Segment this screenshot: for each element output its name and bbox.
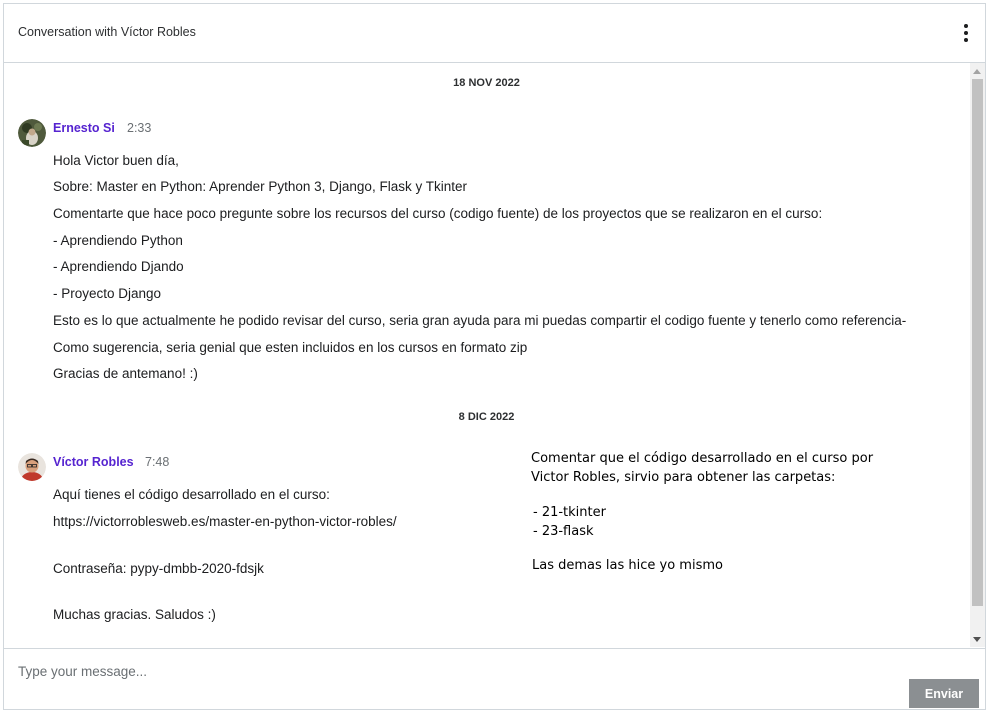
kebab-menu-icon[interactable] [961, 23, 971, 43]
scrollbar-thumb[interactable] [972, 79, 983, 606]
message-line: Esto es lo que actualmente he podido rev… [53, 313, 907, 328]
message-time: 7:48 [145, 455, 170, 469]
annotation-line: Comentar que el código desarrollado en e… [531, 451, 874, 466]
annotation-line: Victor Robles, sirvio para obtener las c… [531, 470, 836, 485]
message-line: Muchas gracias. Saludos :) [53, 607, 216, 622]
message-time: 2:33 [127, 121, 152, 135]
message-line: - Aprendiendo Python [53, 233, 183, 248]
message-line: Como sugerencia, seria genial que esten … [53, 340, 528, 355]
message-link[interactable]: https://victorroblesweb.es/master-en-pyt… [53, 514, 397, 529]
message-line: Hola Victor buen día, [53, 153, 179, 168]
avatar-victor[interactable] [18, 453, 46, 481]
date-separator: 8 DIC 2022 [458, 411, 515, 423]
message-sender[interactable]: Ernesto Si [53, 121, 115, 135]
message-line: - Aprendiendo Djando [53, 259, 184, 274]
message-line: - Proyecto Django [53, 286, 162, 301]
avatar-ernesto[interactable] [18, 119, 46, 147]
message-input[interactable] [18, 659, 898, 683]
message-list: 18 NOV 2022 Ernesto Si 2:33 Hola Victor … [4, 63, 985, 647]
scroll-down-arrow-icon[interactable] [973, 637, 981, 642]
scroll-up-arrow-icon[interactable] [973, 69, 981, 74]
conversation-title: Conversation with Víctor Robles [18, 25, 196, 39]
message-line: Comentarte que hace poco pregunte sobre … [53, 206, 823, 221]
message-line: Aquí tienes el código desarrollado en el… [53, 487, 330, 502]
send-button[interactable]: Enviar [909, 679, 979, 708]
message-composer: Enviar [4, 648, 985, 710]
annotation-line: - 21-tkinter [533, 505, 606, 520]
conversation-panel: Conversation with Víctor Robles 18 NOV 2… [3, 3, 986, 710]
message-line: Gracias de antemano! :) [53, 366, 198, 381]
message-sender[interactable]: Víctor Robles [53, 455, 134, 469]
date-separator: 18 NOV 2022 [453, 77, 520, 89]
annotation-line: Las demas las hice yo mismo [532, 558, 723, 573]
conversation-header: Conversation with Víctor Robles [4, 4, 985, 63]
scrollbar[interactable] [970, 63, 985, 647]
message-line: Sobre: Master en Python: Aprender Python… [53, 179, 467, 194]
message-line: Contraseña: pypy-dmbb-2020-fdsjk [53, 561, 264, 576]
annotation-line: - 23-flask [533, 524, 594, 539]
